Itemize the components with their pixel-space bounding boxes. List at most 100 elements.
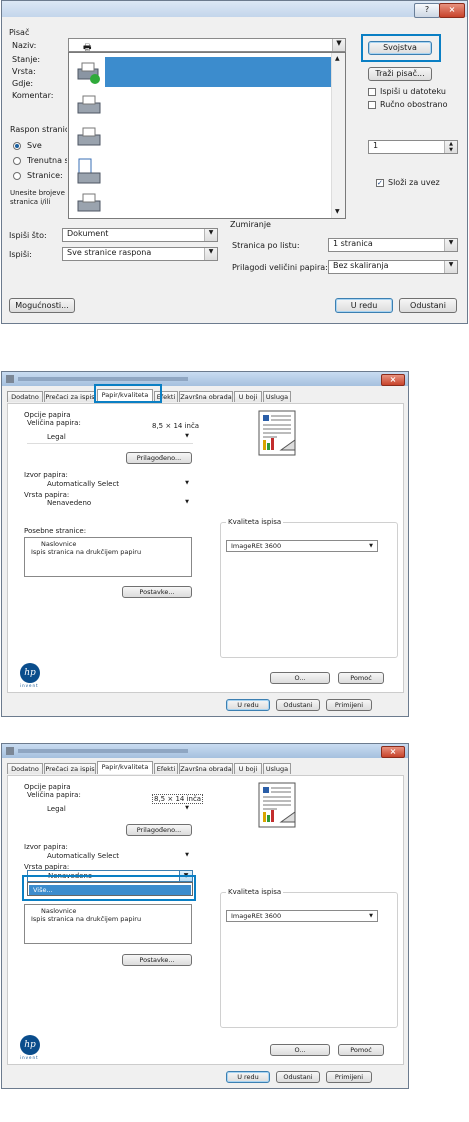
custom-button[interactable]: Prilagođeno...	[126, 824, 192, 836]
cancel-button[interactable]: Odustani	[276, 699, 320, 711]
paper-source-label: Izvor papira:	[24, 471, 68, 479]
paper-size-combo[interactable]: Legal ▼	[27, 432, 193, 444]
chevron-down-icon[interactable]: ▼	[185, 852, 189, 858]
list-item[interactable]: Naslovnice	[41, 540, 185, 548]
chevron-down-icon[interactable]: ▼	[204, 248, 217, 260]
tab-color[interactable]: U boji	[234, 391, 262, 402]
spinner-icon[interactable]: ▲ ▼	[444, 141, 457, 153]
help-button[interactable]: Pomoć	[338, 1044, 384, 1056]
hp-logo-sub: invent	[20, 683, 39, 688]
list-item[interactable]: Ispis stranica na drukčijem papiru	[31, 548, 185, 556]
scale-value: Bez skaliranja	[333, 261, 389, 270]
paper-type-value: Nenavedeno	[47, 499, 92, 507]
printer-list-selected-item[interactable]	[105, 57, 331, 87]
close-button[interactable]: ×	[381, 374, 405, 386]
printer-item-5-icon[interactable]	[75, 191, 103, 215]
tab-finishing[interactable]: Završna obrada	[179, 763, 233, 774]
list-item[interactable]: Ispis stranica na drukčijem papiru	[31, 915, 185, 923]
current-page-label: Trenutna s	[27, 156, 67, 165]
printer-item-4-icon[interactable]	[75, 157, 103, 187]
tab-effects[interactable]: Efekti	[154, 763, 178, 774]
chevron-down-icon[interactable]: ▼	[369, 541, 373, 551]
scroll-down-icon[interactable]: ▼	[335, 208, 340, 215]
printer-dropdown-list[interactable]: ▲ ▼	[68, 52, 346, 219]
ok-button[interactable]: U redu	[226, 699, 270, 711]
properties-dialog-dropdown: × Dodatno Prečaci za ispis Papir/kvalite…	[1, 743, 409, 1089]
chevron-down-icon[interactable]: ▼	[444, 261, 457, 273]
chevron-down-icon[interactable]: ▼	[185, 499, 189, 505]
cancel-button[interactable]: Odustani	[276, 1071, 320, 1083]
window-icon	[6, 375, 14, 383]
paper-type-combo[interactable]: Nenavedeno ▼	[27, 498, 193, 510]
paper-source-value: Automatically Select	[47, 480, 120, 488]
about-button[interactable]: O...	[270, 672, 330, 684]
chevron-down-icon[interactable]: ▼	[369, 911, 373, 921]
printer-name-combo[interactable]: 🖶 ▼	[68, 38, 346, 53]
paper-size-dims: 8,5 × 14 inča	[152, 422, 200, 430]
printer-item-2-icon[interactable]	[75, 93, 103, 117]
hp-logo-sub: invent	[20, 1055, 39, 1060]
chevron-down-icon[interactable]: ▼	[185, 433, 189, 439]
special-pages-list[interactable]: Naslovnice Ispis stranica na drukčijem p…	[24, 537, 192, 577]
paper-size-combo[interactable]: Legal ▼	[27, 804, 193, 816]
chevron-down-icon[interactable]: ▼	[444, 239, 457, 251]
collate-checkbox[interactable]: ✓	[376, 179, 384, 187]
tab-dodatno[interactable]: Dodatno	[7, 391, 43, 402]
paper-source-combo[interactable]: Automatically Select ▼	[27, 851, 193, 863]
manual-duplex-checkbox[interactable]	[368, 101, 376, 109]
settings-button[interactable]: Postavke...	[122, 954, 192, 966]
printer-item-3-icon[interactable]	[75, 125, 103, 149]
ok-button[interactable]: U redu	[226, 1071, 270, 1083]
pages-radio[interactable]	[13, 172, 21, 180]
pages-per-sheet-combo[interactable]: 1 stranica ▼	[328, 238, 458, 252]
print-what-combo[interactable]: Dokument ▼	[62, 228, 218, 242]
tab-color[interactable]: U boji	[234, 763, 262, 774]
close-button[interactable]: ×	[439, 3, 465, 18]
range-hint: Unesite brojeve stranica i/ili raspone s…	[10, 189, 65, 206]
tab-shortcuts[interactable]: Prečaci za ispis	[44, 763, 96, 774]
find-printer-button[interactable]: Traži pisač...	[368, 67, 432, 81]
chevron-down-icon[interactable]: ▼	[185, 805, 189, 811]
help-button[interactable]: ?	[414, 3, 440, 18]
paper-source-combo[interactable]: Automatically Select ▼	[27, 479, 193, 491]
print-to-file-checkbox[interactable]	[368, 88, 376, 96]
cancel-button[interactable]: Odustani	[399, 298, 457, 313]
tab-services[interactable]: Usluga	[263, 763, 291, 774]
scale-combo[interactable]: Bez skaliranja ▼	[328, 260, 458, 274]
about-button[interactable]: O...	[270, 1044, 330, 1056]
help-button[interactable]: Pomoć	[338, 672, 384, 684]
apply-button[interactable]: Primijeni	[326, 1071, 372, 1083]
special-pages-list[interactable]: Naslovnice Ispis stranica na drukčijem p…	[24, 904, 192, 944]
close-button[interactable]: ×	[381, 746, 405, 758]
tab-dodatno[interactable]: Dodatno	[7, 763, 43, 774]
tab-finishing[interactable]: Završna obrada	[179, 391, 233, 402]
hp-logo: hp invent	[20, 1035, 50, 1061]
scroll-up-icon[interactable]: ▲	[335, 55, 340, 62]
tab-shortcuts[interactable]: Prečaci za ispis	[44, 391, 96, 402]
quality-combo[interactable]: ImageREt 3600 ▼	[226, 540, 378, 552]
ok-button[interactable]: U redu	[335, 298, 393, 313]
scale-label: Prilagodi veličini papira:	[232, 263, 328, 272]
list-item[interactable]: Naslovnice	[41, 907, 185, 915]
settings-button[interactable]: Postavke...	[122, 586, 192, 598]
print-range-combo[interactable]: Sve stranice raspona ▼	[62, 247, 218, 261]
options-button[interactable]: Mogućnosti...	[9, 298, 75, 313]
chevron-down-icon[interactable]: ▼	[332, 39, 345, 51]
chevron-down-icon[interactable]: ▼	[204, 229, 217, 241]
where-label: Gdje:	[12, 79, 34, 88]
printer-item-1-icon[interactable]	[75, 61, 103, 85]
all-label: Sve	[27, 141, 42, 150]
chevron-down-icon[interactable]: ▼	[185, 480, 189, 486]
all-radio[interactable]	[13, 142, 21, 150]
quality-label: Kvaliteta ispisa	[226, 888, 284, 896]
window-icon	[6, 747, 14, 755]
current-page-radio[interactable]	[13, 157, 21, 165]
tab-paper-quality[interactable]: Papir/kvaliteta	[97, 761, 153, 774]
scrollbar[interactable]: ▲ ▼	[331, 53, 345, 218]
custom-button[interactable]: Prilagođeno...	[126, 452, 192, 464]
paper-size-label: Veličina papira:	[27, 791, 81, 799]
quality-combo[interactable]: ImageREt 3600 ▼	[226, 910, 378, 922]
copies-spinner[interactable]: 1 ▲ ▼	[368, 140, 458, 154]
apply-button[interactable]: Primijeni	[326, 699, 372, 711]
tab-services[interactable]: Usluga	[263, 391, 291, 402]
